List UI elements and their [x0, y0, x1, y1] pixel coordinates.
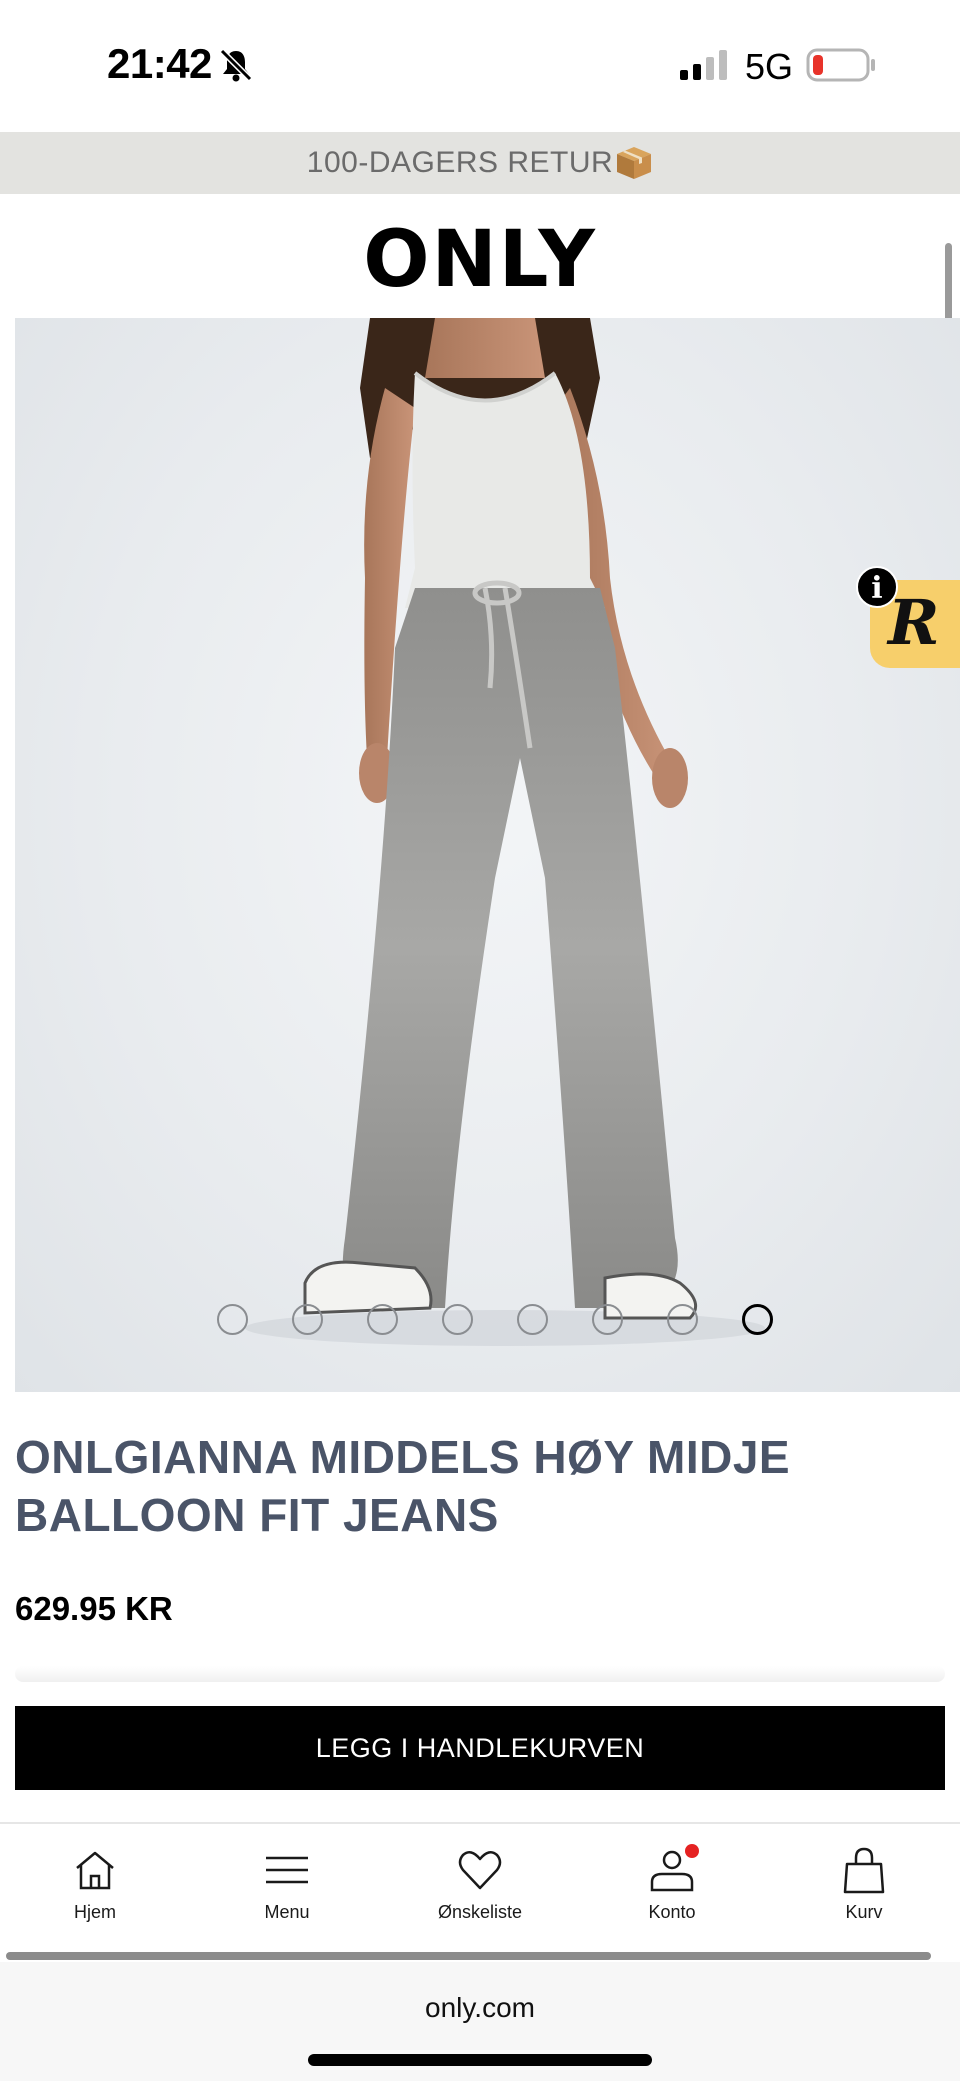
carousel-dot[interactable] — [517, 1304, 548, 1335]
r-widget-letter: R — [888, 586, 940, 659]
carousel-dot[interactable] — [367, 1304, 398, 1335]
bell-slash-icon — [219, 48, 253, 82]
model-photo — [245, 318, 765, 1346]
bag-icon — [843, 1847, 885, 1894]
browser-divider — [6, 1952, 931, 1960]
signal-icon — [680, 50, 727, 80]
product-price: 629.95 KR — [15, 1590, 173, 1627]
carousel-dot[interactable] — [292, 1304, 323, 1335]
notification-dot — [685, 1844, 699, 1858]
info-icon[interactable]: i — [856, 566, 898, 608]
nav-item-menu[interactable]: Menu — [212, 1846, 362, 1923]
package-icon — [617, 147, 652, 179]
nav-label: Menu — [264, 1902, 310, 1922]
nav-label: Kurv — [845, 1902, 883, 1922]
url-bar[interactable]: only.com — [0, 1962, 960, 2081]
status-bar: 21:42 5G — [0, 0, 960, 132]
network-label: 5G — [745, 46, 794, 87]
heart-icon — [458, 1851, 502, 1890]
promo-banner[interactable]: 100-DAGERS RETUR — [0, 132, 960, 194]
home-indicator[interactable] — [308, 2054, 652, 2066]
menu-icon — [266, 1856, 308, 1884]
nav-label: Konto — [648, 1902, 696, 1922]
brand-logo[interactable]: ONLY — [0, 212, 960, 308]
add-to-cart-button[interactable]: LEGG I HANDLEKURVEN — [15, 1706, 945, 1790]
nav-item-account[interactable]: Konto — [597, 1844, 747, 1923]
product-image[interactable] — [15, 318, 960, 1392]
carousel-dot[interactable] — [592, 1304, 623, 1335]
home-icon — [76, 1851, 114, 1890]
carousel-dot[interactable] — [667, 1304, 698, 1335]
carousel-dots — [0, 1304, 960, 1338]
nav-item-home[interactable]: Hjem — [20, 1846, 170, 1923]
url-text[interactable]: only.com — [0, 1992, 960, 2024]
carousel-dot-active[interactable] — [742, 1304, 773, 1335]
nav-item-cart[interactable]: Kurv — [789, 1846, 939, 1923]
nav-label: Ønskeliste — [437, 1902, 523, 1922]
promo-text: 100-DAGERS RETUR — [306, 146, 614, 179]
product-title: ONLGIANNA MIDDELS HØY MIDJE BALLOON FIT … — [15, 1431, 791, 1541]
divider — [15, 1666, 945, 1682]
carousel-dot[interactable] — [217, 1304, 248, 1335]
status-time: 21:42 — [107, 40, 212, 87]
bottom-nav: Hjem Menu Ønskeliste Konto Kurv — [0, 1822, 960, 1952]
battery-low-icon — [806, 48, 875, 82]
carousel-dot[interactable] — [442, 1304, 473, 1335]
nav-item-wishlist[interactable]: Ønskeliste — [405, 1846, 555, 1923]
nav-label: Hjem — [73, 1902, 116, 1922]
